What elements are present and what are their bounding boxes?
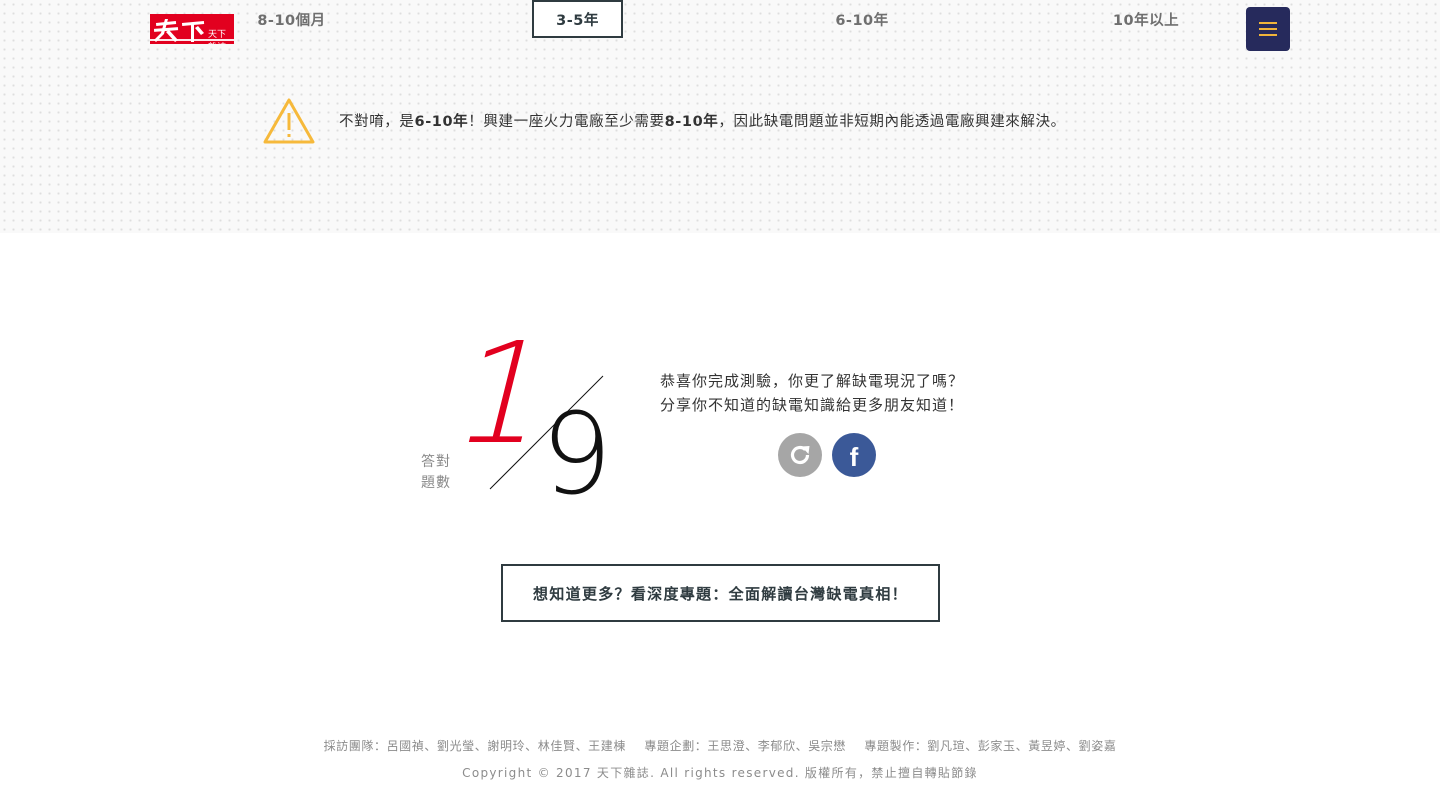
site-logo[interactable]: 天下雜誌 — [150, 14, 234, 44]
deep-dive-link-label: 想知道更多？看深度專題：全面解讀台灣缺電真相！ — [533, 584, 908, 603]
feedback-middle: ！興建一座火力電廠至少需要 — [468, 114, 665, 130]
feedback-duration: 8-10年 — [664, 114, 719, 130]
logo-text: 天下雜誌 — [208, 30, 227, 44]
feedback-suffix: ，因此缺電問題並非短期內能透過電廠興建來解決。 — [718, 114, 1066, 130]
copyright: Copyright © 2017 天下雜誌. All rights reserv… — [462, 766, 978, 780]
facebook-share-button[interactable]: f — [832, 433, 876, 477]
refresh-icon — [790, 445, 810, 465]
credits: 採訪團隊：呂國禎、劉光瑩、謝明玲、林佳賢、王建棟 專題企劃：王思澄、李郁欣、吳宗… — [0, 737, 1440, 754]
feedback-prefix: 不對唷，是 — [339, 114, 415, 130]
congrats-line2: 分享你不知道的缺電知識給更多朋友知道！ — [660, 396, 965, 414]
option-8-10-months[interactable]: 8-10個月 — [240, 0, 343, 38]
feedback-message: 不對唷，是6-10年！興建一座火力電廠至少需要8-10年，因此缺電問題並非短期內… — [339, 110, 1239, 131]
option-label: 10年以上 — [1112, 12, 1180, 29]
option-6-10-years[interactable]: 6-10年 — [812, 0, 912, 38]
warning-icon — [263, 98, 315, 144]
option-label: 3-5年 — [556, 12, 599, 29]
menu-button[interactable] — [1246, 7, 1290, 51]
option-label: 6-10年 — [835, 12, 889, 29]
credits-production: 專題製作：劉凡瑄、彭家玉、黃昱婷、劉姿嘉 — [864, 739, 1117, 753]
credits-reporters: 採訪團隊：呂國禎、劉光瑩、謝明玲、林佳賢、王建棟 — [323, 739, 626, 753]
score-display: 1 9 — [440, 312, 613, 520]
score-total-number: 9 — [541, 390, 612, 520]
credits-planning: 專題企劃：王思澄、李郁欣、吳宗懋 — [644, 739, 846, 753]
deep-dive-link[interactable]: 想知道更多？看深度專題：全面解讀台灣缺電真相！ — [501, 564, 940, 622]
hamburger-icon-bar — [1259, 22, 1277, 24]
facebook-icon: f — [849, 442, 859, 472]
congrats-line1: 恭喜你完成測驗，你更了解缺電現況了嗎？ — [660, 372, 965, 390]
congrats-message: 恭喜你完成測驗，你更了解缺電現況了嗎？ 分享你不知道的缺電知識給更多朋友知道！ — [660, 369, 1020, 417]
option-label: 8-10個月 — [257, 12, 326, 29]
retry-button[interactable] — [778, 433, 822, 477]
hamburger-icon-bar — [1259, 28, 1277, 30]
feedback-correct-answer: 6-10年 — [414, 114, 469, 130]
option-over-10-years[interactable]: 10年以上 — [1094, 0, 1198, 38]
hamburger-icon-bar — [1259, 34, 1277, 36]
option-3-5-years[interactable]: 3-5年 — [532, 0, 623, 38]
score-label-line2: 題數 — [421, 475, 451, 491]
